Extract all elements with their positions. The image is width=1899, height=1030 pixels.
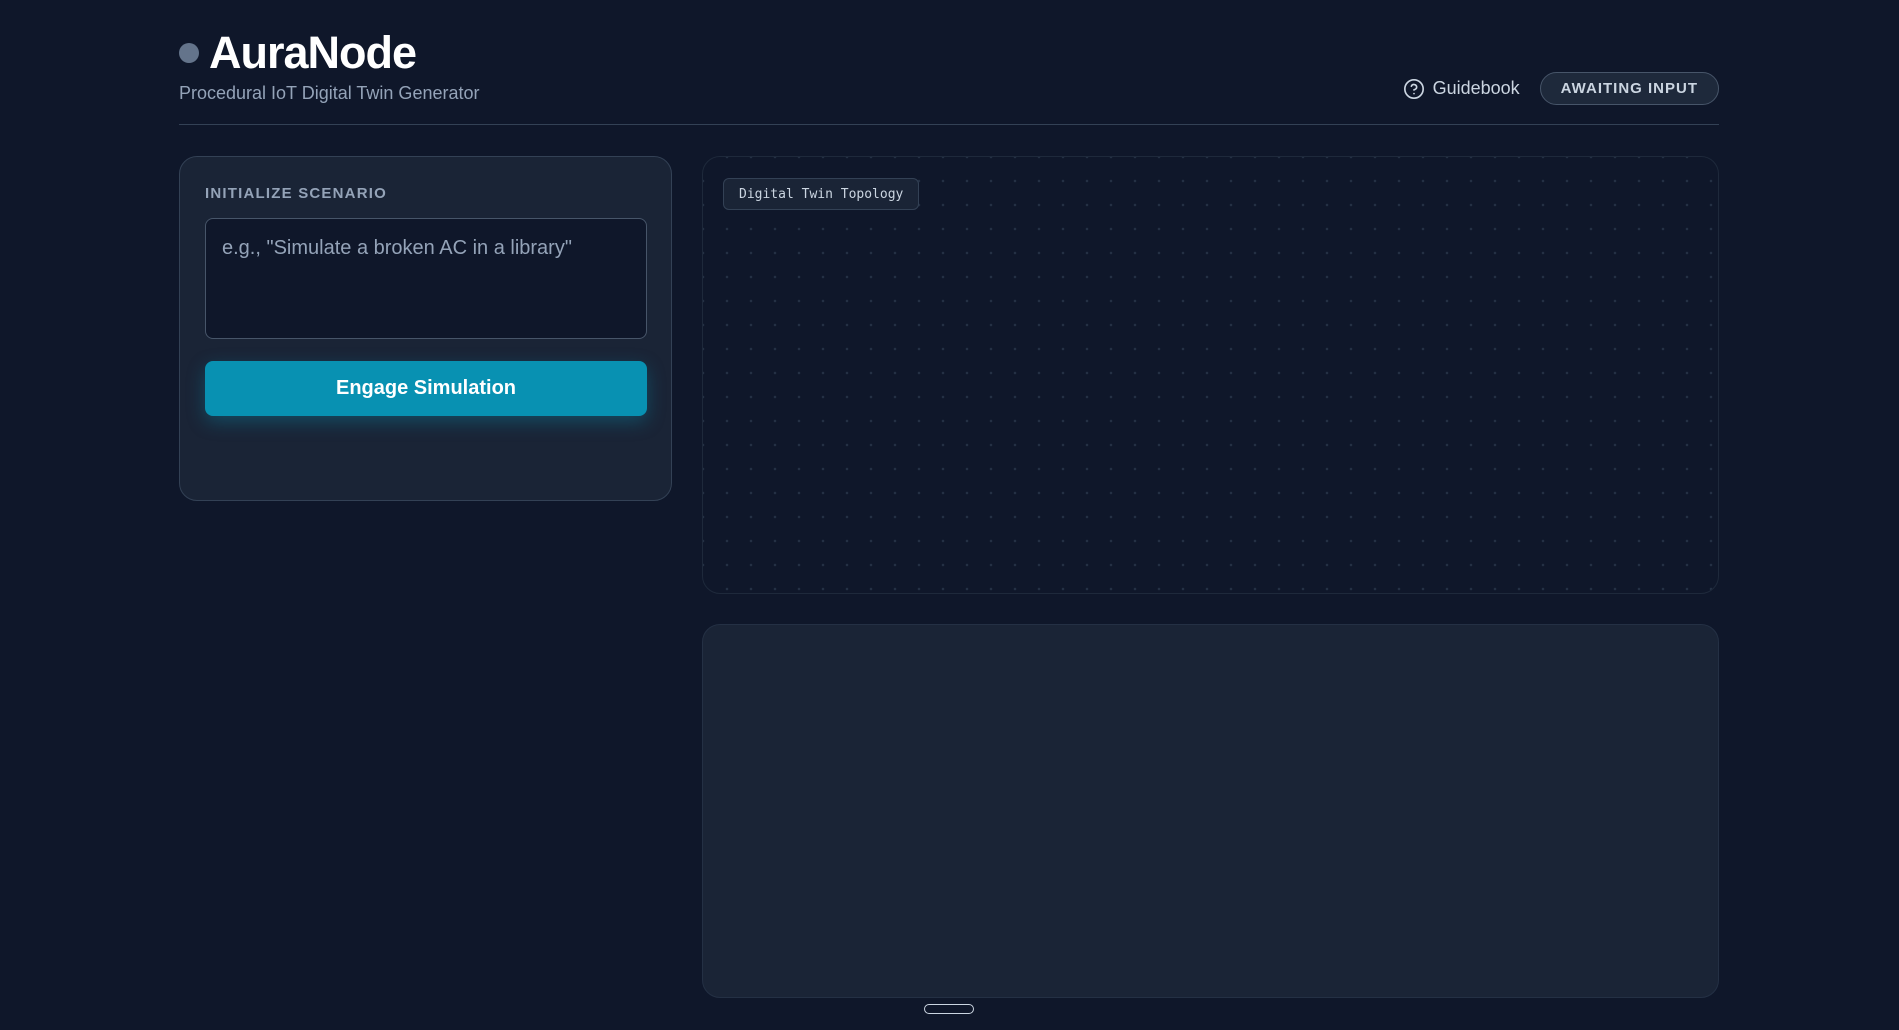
scenario-label: INITIALIZE SCENARIO [205,185,387,202]
app-header: AuraNode Procedural IoT Digital Twin Gen… [179,0,1719,125]
scenario-input[interactable] [205,218,647,339]
topology-badge: Digital Twin Topology [723,178,920,210]
status-dot-icon [179,43,199,63]
app-container: AuraNode Procedural IoT Digital Twin Gen… [179,0,1719,1030]
topology-canvas[interactable]: Digital Twin Topology [702,156,1719,594]
output-panel [702,624,1719,998]
scenario-panel: INITIALIZE SCENARIO Engage Simulation [179,156,672,501]
app-title: AuraNode [209,27,417,78]
engage-simulation-button[interactable]: Engage Simulation [205,361,647,416]
header-actions: Guidebook AWAITING INPUT [1403,72,1719,105]
guidebook-link[interactable]: Guidebook [1403,78,1520,100]
brand: AuraNode [179,27,417,78]
resize-handle[interactable] [924,1004,974,1014]
guidebook-label: Guidebook [1432,78,1520,98]
app-subtitle: Procedural IoT Digital Twin Generator [179,83,480,103]
help-circle-icon [1403,78,1425,100]
status-badge: AWAITING INPUT [1539,72,1719,105]
